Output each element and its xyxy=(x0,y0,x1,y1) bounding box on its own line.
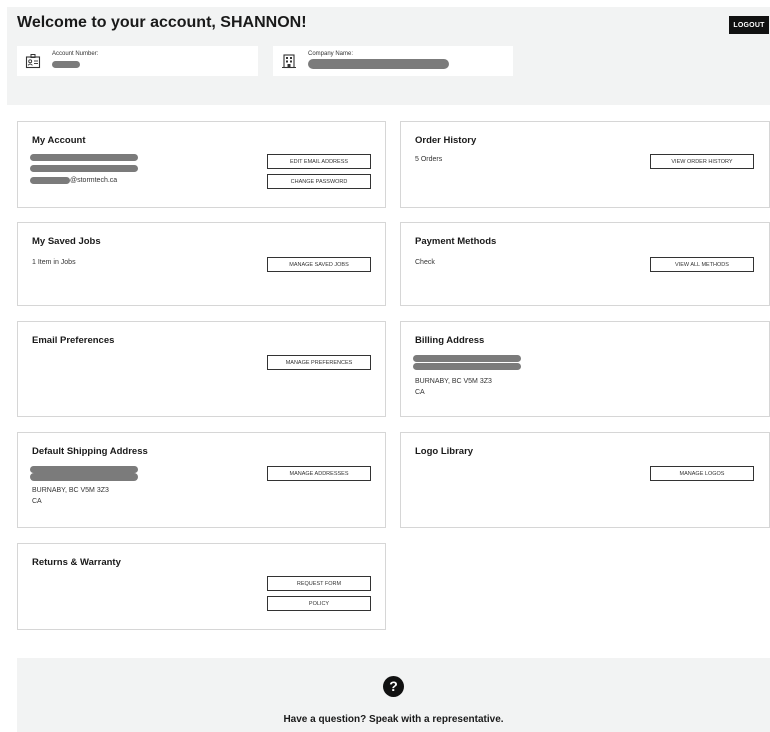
id-badge-icon xyxy=(25,54,41,69)
view-all-methods-button[interactable]: VIEW ALL METHODS xyxy=(650,257,754,272)
manage-preferences-button[interactable]: MANAGE PREFERENCES xyxy=(267,355,371,370)
policy-button[interactable]: POLICY xyxy=(267,596,371,611)
shipping-country: CA xyxy=(32,498,42,505)
email-preferences-card: Email Preferences MANAGE PREFERENCES xyxy=(17,321,386,417)
redacted-user-name xyxy=(30,154,138,161)
my-account-card: My Account @stormtech.ca EDIT EMAIL ADDR… xyxy=(17,121,386,208)
shipping-address-card: Default Shipping Address BURNABY, BC V5M… xyxy=(17,432,386,528)
view-order-history-button[interactable]: VIEW ORDER HISTORY xyxy=(650,154,754,169)
saved-jobs-title: My Saved Jobs xyxy=(32,236,101,247)
order-count: 5 Orders xyxy=(415,156,443,163)
billing-address-card: Billing Address BURNABY, BC V5M 3Z3 CA xyxy=(400,321,770,417)
question-icon: ? xyxy=(383,676,404,697)
order-history-card: Order History 5 Orders VIEW ORDER HISTOR… xyxy=(400,121,770,208)
payment-method-value: Check xyxy=(415,259,435,266)
page-title: Welcome to your account, SHANNON! xyxy=(17,14,307,31)
company-name-card: Company Name: xyxy=(273,46,513,76)
shipping-city-line: BURNABY, BC V5M 3Z3 xyxy=(32,487,109,494)
logo-library-title: Logo Library xyxy=(415,446,474,457)
email-preferences-title: Email Preferences xyxy=(32,335,115,346)
redacted-account-number xyxy=(52,61,80,68)
redacted-billing-name xyxy=(413,355,521,362)
redacted-email-user xyxy=(30,177,70,184)
email-domain: @stormtech.ca xyxy=(70,177,118,184)
order-history-title: Order History xyxy=(415,135,477,146)
redacted-shipping-name xyxy=(30,466,138,473)
billing-city-line: BURNABY, BC V5M 3Z3 xyxy=(415,378,492,385)
saved-jobs-count: 1 Item in Jobs xyxy=(32,259,76,266)
billing-address-title: Billing Address xyxy=(415,335,485,346)
edit-email-button[interactable]: EDIT EMAIL ADDRESS xyxy=(267,154,371,169)
company-name-label: Company Name: xyxy=(308,51,354,57)
account-number-card: Account Number: xyxy=(17,46,258,76)
logout-button[interactable]: LOGOUT xyxy=(729,16,769,34)
returns-warranty-title: Returns & Warranty xyxy=(32,557,121,568)
payment-methods-card: Payment Methods Check VIEW ALL METHODS xyxy=(400,222,770,306)
building-icon xyxy=(282,54,296,69)
billing-country: CA xyxy=(415,389,425,396)
help-text[interactable]: Have a question? Speak with a representa… xyxy=(17,714,770,725)
manage-logos-button[interactable]: MANAGE LOGOS xyxy=(650,466,754,481)
manage-saved-jobs-button[interactable]: MANAGE SAVED JOBS xyxy=(267,257,371,272)
account-number-label: Account Number: xyxy=(52,51,99,57)
request-form-button[interactable]: REQUEST FORM xyxy=(267,576,371,591)
redacted-billing-street xyxy=(413,363,521,370)
redacted-shipping-street xyxy=(30,473,138,481)
payment-methods-title: Payment Methods xyxy=(415,236,497,247)
returns-warranty-card: Returns & Warranty REQUEST FORM POLICY xyxy=(17,543,386,630)
redacted-user-detail xyxy=(30,165,138,172)
manage-addresses-button[interactable]: MANAGE ADDRESSES xyxy=(267,466,371,481)
shipping-address-title: Default Shipping Address xyxy=(32,446,148,457)
saved-jobs-card: My Saved Jobs 1 Item in Jobs MANAGE SAVE… xyxy=(17,222,386,306)
my-account-title: My Account xyxy=(32,135,86,146)
change-password-button[interactable]: CHANGE PASSWORD xyxy=(267,174,371,189)
redacted-company-name xyxy=(308,59,449,69)
logo-library-card: Logo Library MANAGE LOGOS xyxy=(400,432,770,528)
